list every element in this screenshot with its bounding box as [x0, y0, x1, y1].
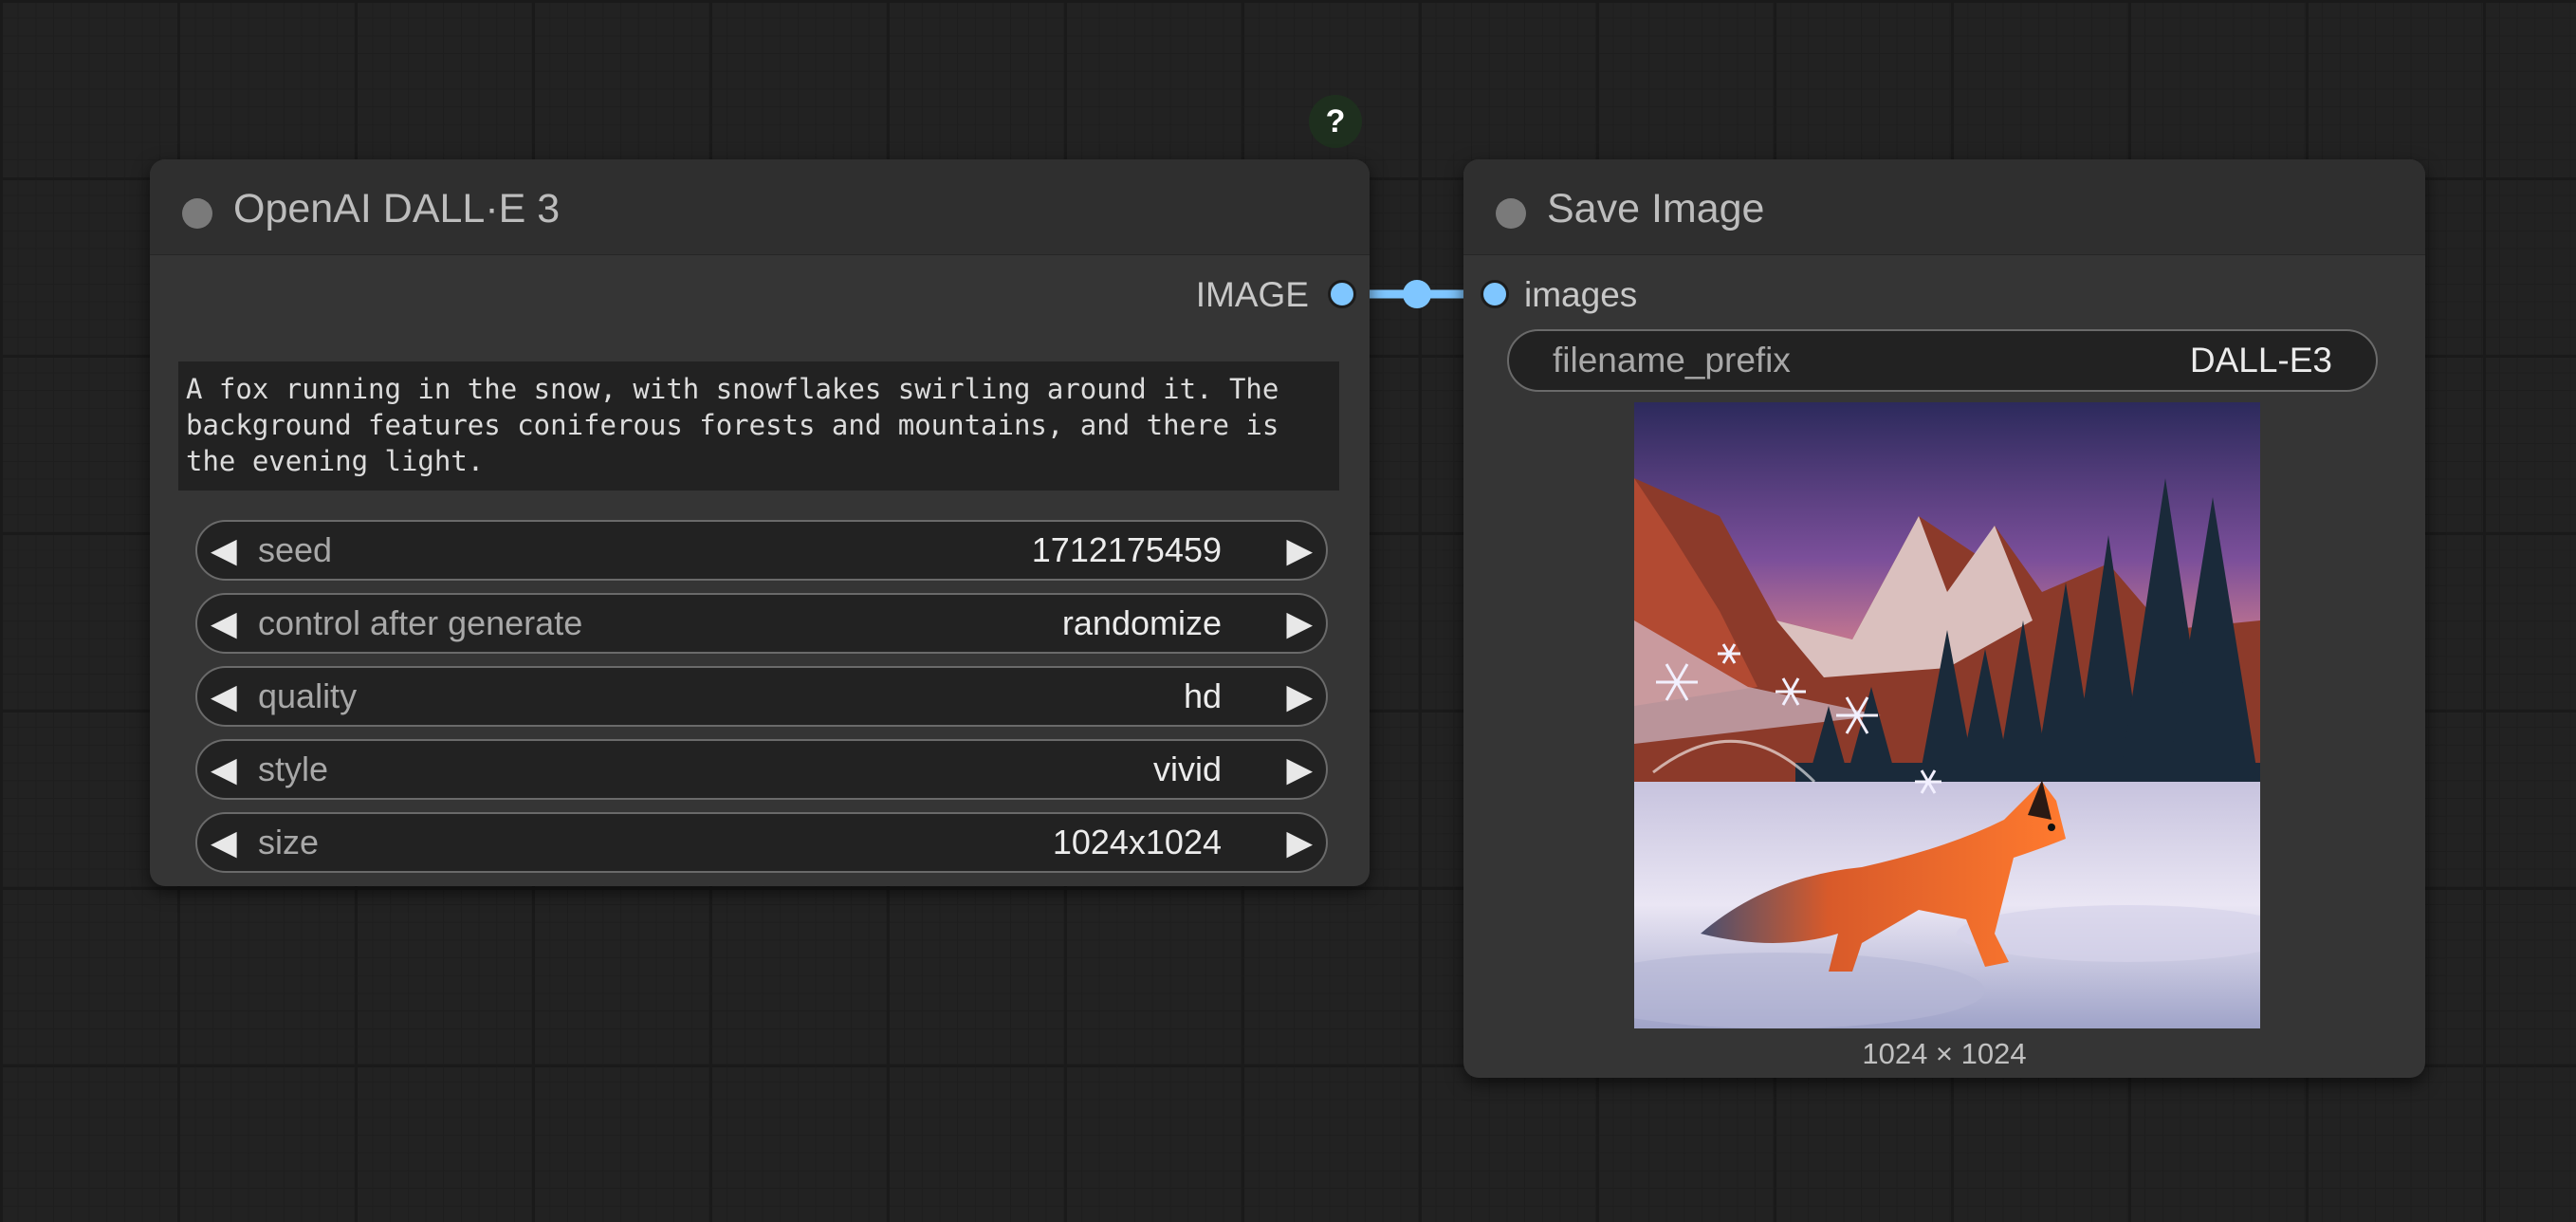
node-title: Save Image	[1547, 186, 1765, 231]
widget-label: control after generate	[258, 603, 583, 642]
filename-prefix-field[interactable]: filename_prefix DALL-E3	[1507, 329, 2378, 392]
collapse-dot[interactable]	[182, 198, 212, 229]
decrement-arrow-icon[interactable]: ◀	[211, 750, 237, 788]
decrement-arrow-icon[interactable]: ◀	[211, 531, 237, 569]
size-widget[interactable]: ◀ size 1024x1024 ▶	[195, 812, 1328, 873]
widget-value: randomize	[1061, 603, 1222, 642]
dalle-node[interactable]: OpenAI DALL·E 3 IMAGE A fox running in t…	[150, 159, 1370, 886]
input-slot-images[interactable]	[1481, 280, 1509, 308]
widget-label: size	[258, 823, 320, 861]
decrement-arrow-icon[interactable]: ◀	[211, 824, 237, 861]
fox-snow-image	[1634, 402, 2260, 1028]
image-size-label: 1024 × 1024	[1862, 1037, 2027, 1070]
increment-arrow-icon[interactable]: ▶	[1286, 531, 1313, 569]
filename-prefix-value: DALL-E3	[2189, 341, 2332, 380]
quality-widget[interactable]: ◀ quality hd ▶	[195, 666, 1328, 727]
save-image-node[interactable]: Save Image images filename_prefix DALL-E…	[1463, 159, 2425, 1078]
prompt-textarea[interactable]: A fox running in the snow, with snowflak…	[178, 361, 1339, 491]
output-label-image: IMAGE	[1195, 275, 1309, 314]
widget-label: seed	[258, 530, 333, 569]
control-after-generate-widget[interactable]: ◀ control after generate randomize ▶	[195, 593, 1328, 654]
widget-label: quality	[258, 676, 358, 715]
filename-prefix-label: filename_prefix	[1553, 341, 1791, 380]
widget-label: style	[258, 750, 329, 788]
widget-value: 1712175459	[1031, 530, 1222, 569]
image-preview[interactable]	[1634, 402, 2260, 1028]
output-slot-image[interactable]	[1328, 280, 1356, 308]
increment-arrow-icon[interactable]: ▶	[1286, 824, 1313, 861]
input-label-images: images	[1524, 275, 1638, 314]
widget-value: hd	[1183, 676, 1222, 715]
increment-arrow-icon[interactable]: ▶	[1286, 604, 1313, 642]
widget-value: vivid	[1152, 750, 1222, 788]
increment-arrow-icon[interactable]: ▶	[1286, 677, 1313, 715]
increment-arrow-icon[interactable]: ▶	[1286, 750, 1313, 788]
node-title: OpenAI DALL·E 3	[233, 186, 561, 231]
collapse-dot[interactable]	[1496, 198, 1526, 229]
node-header[interactable]: OpenAI DALL·E 3	[150, 159, 1370, 255]
widget-value: 1024x1024	[1052, 823, 1222, 861]
seed-widget[interactable]: ◀ seed 1712175459 ▶	[195, 520, 1328, 581]
style-widget[interactable]: ◀ style vivid ▶	[195, 739, 1328, 800]
decrement-arrow-icon[interactable]: ◀	[211, 604, 237, 642]
decrement-arrow-icon[interactable]: ◀	[211, 677, 237, 715]
node-header[interactable]: Save Image	[1463, 159, 2425, 255]
